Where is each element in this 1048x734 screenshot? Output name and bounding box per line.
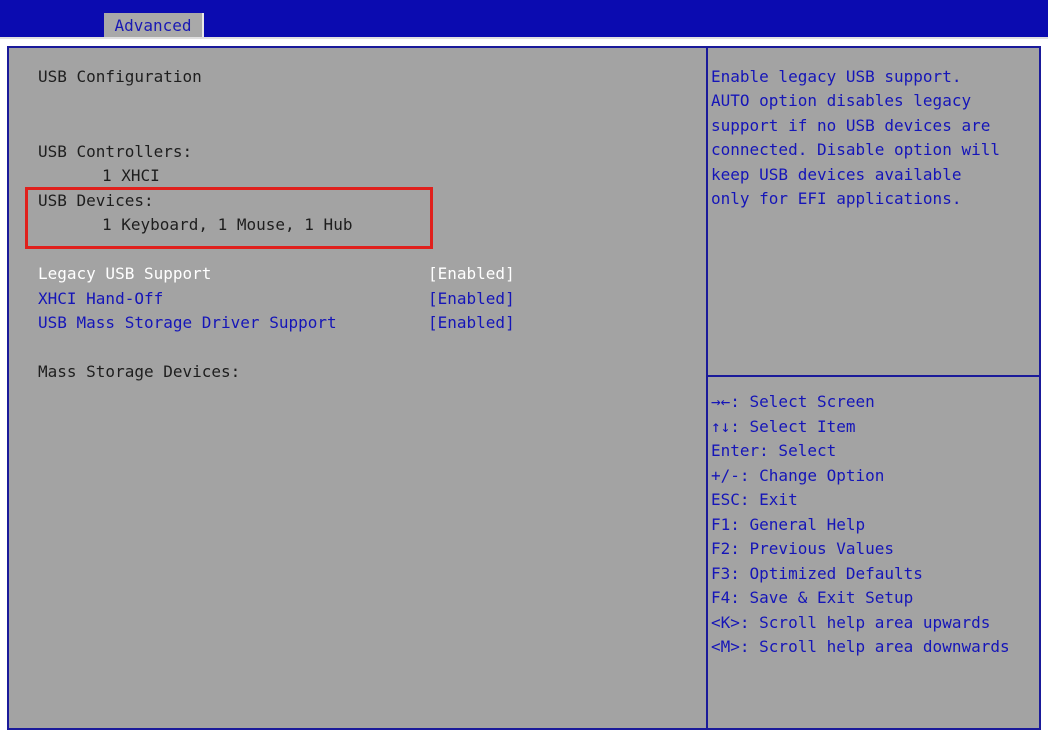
bios-top-bar: Advanced bbox=[0, 0, 1048, 39]
key-legend-line: <M>: Scroll help area downwards bbox=[711, 637, 1010, 656]
help-line: connected. Disable option will bbox=[711, 140, 1000, 159]
help-line: support if no USB devices are bbox=[711, 116, 991, 135]
section-title: USB Configuration bbox=[38, 67, 202, 86]
setting-value[interactable]: [Enabled] bbox=[428, 262, 515, 286]
usb-devices-highlight bbox=[25, 187, 433, 249]
help-line: Enable legacy USB support. bbox=[711, 67, 962, 86]
help-separator bbox=[708, 375, 1041, 377]
key-legend-line: F1: General Help bbox=[711, 515, 866, 534]
key-legend-line: →←: Select Screen bbox=[711, 392, 875, 411]
key-legend-line: ESC: Exit bbox=[711, 490, 798, 509]
key-legend-line: +/-: Change Option bbox=[711, 466, 885, 485]
panel-divider bbox=[706, 48, 708, 728]
tab-underline bbox=[0, 37, 1048, 39]
usb-controllers-value: 1 XHCI bbox=[102, 166, 160, 185]
help-line: AUTO option disables legacy bbox=[711, 91, 972, 110]
setting-label: USB Mass Storage Driver Support bbox=[38, 313, 337, 332]
key-legend-line: <K>: Scroll help area upwards bbox=[711, 613, 991, 632]
setting-label: XHCI Hand-Off bbox=[38, 289, 164, 308]
tab-advanced[interactable]: Advanced bbox=[104, 13, 204, 39]
setting-label: Legacy USB Support bbox=[38, 264, 212, 283]
help-line: keep USB devices available bbox=[711, 165, 962, 184]
key-legend-line: F2: Previous Values bbox=[711, 539, 895, 558]
usb-controllers-label: USB Controllers: bbox=[38, 142, 193, 161]
key-legend-line: Enter: Select bbox=[711, 441, 837, 460]
help-line: only for EFI applications. bbox=[711, 189, 962, 208]
bios-main-panel: USB Configuration USB Controllers: 1 XHC… bbox=[7, 46, 1041, 730]
mass-storage-devices-label: Mass Storage Devices: bbox=[38, 362, 241, 381]
key-legend-line: F3: Optimized Defaults bbox=[711, 564, 923, 583]
key-legend-line: ↑↓: Select Item bbox=[711, 417, 856, 436]
key-legend-line: F4: Save & Exit Setup bbox=[711, 588, 914, 607]
setting-value[interactable]: [Enabled] bbox=[428, 311, 515, 335]
setting-value[interactable]: [Enabled] bbox=[428, 287, 515, 311]
